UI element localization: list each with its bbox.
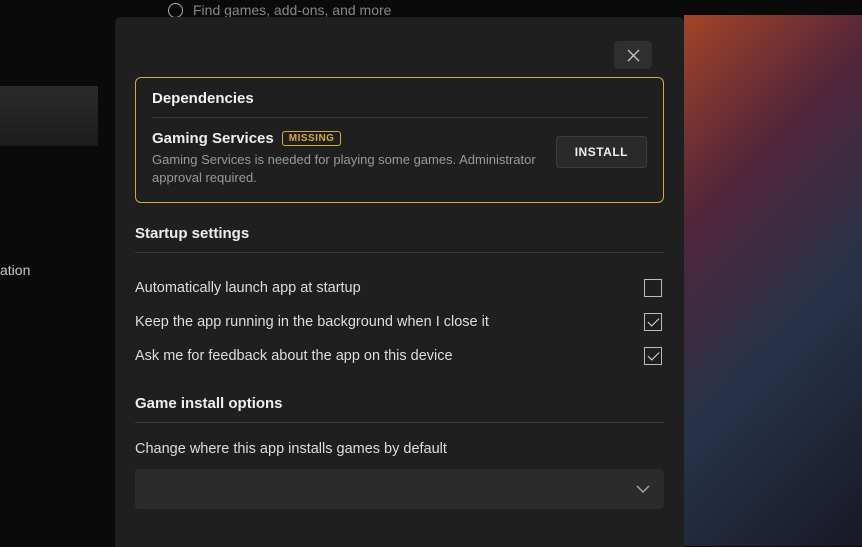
startup-option-background: Keep the app running in the background w…: [135, 305, 664, 339]
close-icon: [627, 49, 640, 62]
game-install-section: Game install options Change where this a…: [135, 395, 664, 509]
dependencies-panel: Dependencies Gaming Services MISSING Gam…: [135, 77, 664, 203]
search-bar[interactable]: Find games, add-ons, and more: [168, 0, 391, 17]
divider: [135, 252, 664, 253]
option-label: Automatically launch app at startup: [135, 280, 361, 296]
checkbox-keep-running[interactable]: [644, 313, 662, 331]
divider: [135, 422, 664, 423]
close-button[interactable]: [614, 41, 652, 69]
install-location-dropdown[interactable]: [135, 469, 664, 509]
startup-section: Startup settings Automatically launch ap…: [135, 225, 664, 373]
background-game-art: [684, 15, 862, 546]
startup-option-feedback: Ask me for feedback about the app on thi…: [135, 339, 664, 373]
checkbox-feedback[interactable]: [644, 347, 662, 365]
startup-heading: Startup settings: [135, 225, 664, 242]
option-label: Ask me for feedback about the app on thi…: [135, 348, 453, 364]
sidebar-bg: [0, 86, 98, 146]
chevron-down-icon: [636, 480, 650, 498]
checkbox-launch-at-startup[interactable]: [644, 279, 662, 297]
dependency-item: Gaming Services MISSING Gaming Services …: [152, 130, 647, 186]
dependency-name: Gaming Services: [152, 130, 274, 147]
startup-option-launch: Automatically launch app at startup: [135, 271, 664, 305]
dependency-description: Gaming Services is needed for playing so…: [152, 151, 544, 186]
search-icon: [168, 3, 183, 18]
install-button[interactable]: INSTALL: [556, 136, 647, 168]
sidebar-partial-text: ation: [0, 262, 30, 278]
divider: [152, 117, 647, 118]
dependencies-heading: Dependencies: [152, 90, 647, 107]
settings-modal: Dependencies Gaming Services MISSING Gam…: [115, 17, 684, 547]
search-placeholder: Find games, add-ons, and more: [193, 2, 391, 18]
game-install-heading: Game install options: [135, 395, 664, 412]
status-badge: MISSING: [282, 131, 342, 146]
install-location-label: Change where this app installs games by …: [135, 441, 664, 457]
option-label: Keep the app running in the background w…: [135, 314, 489, 330]
